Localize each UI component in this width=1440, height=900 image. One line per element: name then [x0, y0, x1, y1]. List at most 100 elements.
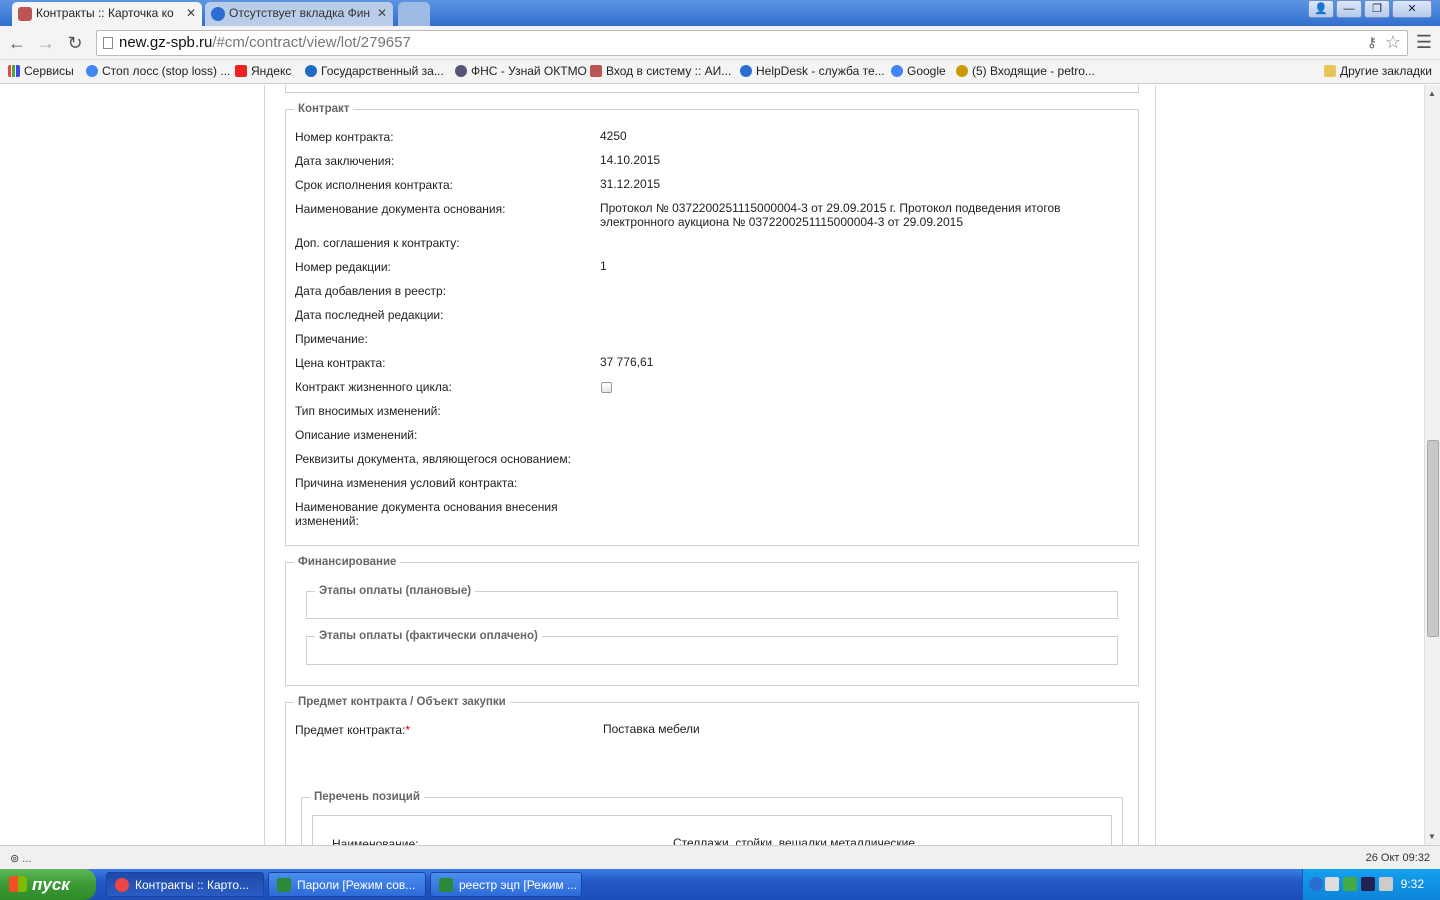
bookmark-helpdesk[interactable]: HelpDesk - служба те... [740, 64, 885, 78]
close-tab-icon[interactable]: ✕ [377, 2, 387, 24]
new-tab-button[interactable] [398, 2, 430, 26]
hammer-icon [590, 65, 602, 77]
folder-icon [1324, 65, 1336, 77]
revision-number-value: 1 [600, 259, 607, 273]
contract-number-value: 4250 [600, 129, 627, 143]
bookmark-google[interactable]: Google [891, 64, 946, 78]
bookmark-inbox[interactable]: (5) Входящие - petro... [956, 64, 1095, 78]
scroll-up-icon[interactable]: ▲ [1428, 89, 1436, 98]
additional-agreements-label: Доп. соглашения к контракту: [295, 236, 460, 250]
change-description-label: Описание изменений: [295, 428, 418, 442]
forward-icon[interactable]: → [35, 32, 57, 54]
reload-icon[interactable]: ↻ [64, 32, 86, 54]
loading-icon: ⊚ [10, 853, 20, 865]
network-icon[interactable] [1325, 877, 1339, 891]
user-icon[interactable]: 👤 [1308, 0, 1334, 18]
page-content: Контракт Номер контракта: 4250 Дата закл… [0, 85, 1424, 845]
positions-legend: Перечень позиций [314, 791, 420, 803]
google-icon [891, 65, 903, 77]
subject-legend: Предмет контракта / Объект закупки [298, 696, 506, 708]
chrome-icon [115, 878, 129, 892]
url-text: new.gz-spb.ru/#cm/contract/view/lot/2796… [119, 34, 411, 51]
execution-term-value: 31.12.2015 [600, 177, 661, 191]
conclusion-date-label: Дата заключения: [295, 154, 395, 168]
bookmark-gov[interactable]: Государственный за... [305, 64, 444, 78]
task-chrome[interactable]: Контракты :: Карто... [106, 872, 264, 897]
window-controls: 👤 — ❐ ✕ [1308, 0, 1432, 20]
windows-logo-icon [9, 876, 27, 892]
tab-title: Контракты :: Карточка ко [36, 6, 174, 20]
task-passwords[interactable]: Пароли [Режим сов... [268, 872, 426, 897]
change-reason-label: Причина изменения условий контракта: [295, 476, 518, 490]
conclusion-date-value: 14.10.2015 [600, 153, 661, 167]
item-name-value: Стеллажи, стойки, вешалки металлические [673, 836, 916, 845]
windows-taskbar: пуск Контракты :: Карто... Пароли [Режим… [0, 869, 1440, 900]
basis-requisites-label: Реквизиты документа, являющегося основан… [295, 452, 571, 466]
gov-icon [305, 65, 317, 77]
browser-titlebar: Контракты :: Карточка ко ✕ Отсутствует в… [0, 0, 1440, 26]
close-window-button[interactable]: ✕ [1392, 0, 1432, 18]
contract-price-label: Цена контракта: [295, 356, 386, 370]
monitor-icon[interactable] [1361, 877, 1375, 891]
last-revision-date-label: Дата последней редакции: [295, 308, 444, 322]
antivirus-icon[interactable] [1343, 877, 1357, 891]
restore-button[interactable]: ❐ [1364, 0, 1390, 18]
mail-icon [956, 65, 968, 77]
tray-expand-icon[interactable] [1309, 877, 1323, 891]
back-icon[interactable]: ← [6, 32, 28, 54]
bookmark-stoploss[interactable]: Стоп лосс (stop loss) ... [86, 64, 230, 78]
bookmark-services[interactable]: Сервисы [8, 64, 74, 78]
bookmark-yandex[interactable]: Яндекс [235, 64, 291, 78]
excel-icon [277, 878, 291, 892]
star-icon[interactable]: ☆ [1385, 32, 1401, 53]
item-name-label: Наименование: [332, 837, 419, 845]
status-date: 26 Окт 09:32 [1365, 852, 1430, 864]
life-cycle-label: Контракт жизненного цикла: [295, 380, 452, 394]
status-left: ⊚ ... [10, 853, 32, 865]
life-cycle-checkbox[interactable] [601, 382, 612, 393]
required-marker: * [405, 723, 411, 737]
basis-document-value: Протокол № 0372200251115000004-3 от 29.0… [600, 201, 1061, 229]
bookmarks-bar: Сервисы Стоп лосс (stop loss) ... Яндекс… [0, 60, 1440, 84]
minimize-button[interactable]: — [1336, 0, 1362, 18]
start-button[interactable]: пуск [0, 869, 96, 900]
fns-icon [455, 65, 467, 77]
tab-contracts[interactable]: Контракты :: Карточка ко ✕ [12, 2, 202, 26]
previous-section-bottom [285, 85, 1139, 93]
apps-icon [8, 65, 20, 77]
basis-document-label: Наименование документа основания: [295, 202, 506, 216]
yandex-icon [235, 65, 247, 77]
bookmark-fns[interactable]: ФНС - Узнай ОКТМО [455, 64, 587, 78]
close-tab-icon[interactable]: ✕ [186, 2, 196, 24]
change-type-label: Тип вносимых изменений: [295, 404, 441, 418]
planned-payments-legend: Этапы оплаты (плановые) [319, 585, 472, 597]
tray-app-icon[interactable] [1379, 877, 1393, 891]
actual-payments-section: Этапы оплаты (фактически оплачено) [306, 630, 1118, 665]
revision-number-label: Номер редакции: [295, 260, 391, 274]
help-icon [211, 7, 225, 21]
tab-missing-fin[interactable]: Отсутствует вкладка Фин ✕ [205, 2, 393, 26]
subject-value: Поставка мебели [603, 722, 700, 736]
execution-term-label: Срок исполнения контракта: [295, 178, 453, 192]
contract-number-label: Номер контракта: [295, 130, 394, 144]
scroll-down-icon[interactable]: ▼ [1428, 832, 1436, 841]
actual-payments-legend: Этапы оплаты (фактически оплачено) [319, 630, 538, 642]
browser-toolbar: ← → ↻ new.gz-spb.ru/#cm/contract/view/lo… [0, 26, 1440, 60]
menu-icon[interactable]: ☰ [1416, 32, 1432, 53]
key-icon[interactable]: ⚷ [1367, 34, 1377, 51]
page-icon [103, 37, 113, 49]
tab-title: Отсутствует вкладка Фин [229, 6, 371, 20]
address-bar[interactable]: new.gz-spb.ru/#cm/contract/view/lot/2796… [96, 30, 1408, 56]
system-tray: 9:32 [1302, 869, 1440, 900]
registry-date-label: Дата добавления в реестр: [295, 284, 447, 298]
task-registry[interactable]: реестр эцп [Режим ... [430, 872, 582, 897]
tray-clock: 9:32 [1400, 877, 1424, 891]
status-bar: ⊚ ... 26 Окт 09:32 [0, 845, 1440, 869]
excel-icon [439, 878, 453, 892]
contract-price-value: 37 776,61 [600, 355, 654, 369]
vertical-scrollbar[interactable]: ▲ ▼ [1424, 85, 1440, 845]
bookmark-other[interactable]: Другие закладки [1324, 64, 1432, 78]
scrollbar-thumb[interactable] [1427, 440, 1439, 637]
bookmark-ais[interactable]: Вход в систему :: АИ... [590, 64, 731, 78]
change-basis-document-label: Наименование документа основания внесени… [295, 500, 558, 528]
